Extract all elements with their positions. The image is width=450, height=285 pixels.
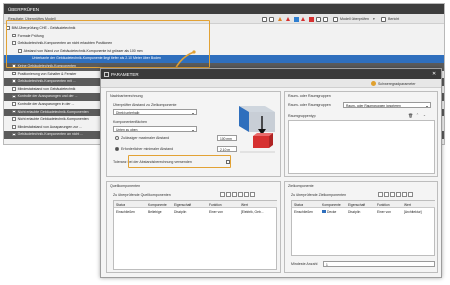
rooms-field-label: Raum- oder Raumgruppen [288, 103, 331, 107]
paste-icon[interactable] [390, 192, 395, 197]
target-sub-label: Zu überprüfende Zielkomponenten [291, 193, 347, 197]
target-toolbar [378, 192, 414, 198]
rooms-heading: Raum- oder Raumgruppen [288, 94, 331, 98]
distance-select[interactable]: Direkt unterhalb [113, 109, 197, 115]
report-button[interactable]: Bericht [388, 17, 399, 21]
model-check-button[interactable]: Modell überprüfen [340, 17, 369, 21]
surfaces-select[interactable]: Unten zu oben [113, 126, 197, 132]
target-table: Status Komponente Eigenschaft Funktion W… [291, 200, 435, 256]
target-components-panel: Zielkomponente Zu überprüfende Zielkompo… [284, 181, 438, 273]
severity-params-link[interactable]: Schweregradparameter [378, 82, 416, 86]
min-count-input[interactable]: 1 [323, 261, 435, 267]
model-check-icon [333, 16, 338, 22]
error-filter-icon[interactable] [301, 17, 305, 21]
info-icon[interactable] [294, 17, 299, 22]
move-down-icon[interactable]: ⌄ [423, 113, 426, 117]
component-surfaces-label: Komponentenflächen [113, 120, 147, 124]
error-icon[interactable] [286, 17, 290, 21]
warning-icon[interactable] [278, 17, 282, 21]
parameter-window: PARAMETER ✕ Schweregradparameter Nachbar… [100, 68, 442, 278]
close-icon[interactable]: ✕ [432, 71, 436, 77]
max-distance-radio[interactable] [115, 136, 119, 140]
stop-icon[interactable] [309, 17, 314, 22]
table-header: Status Komponente Eigenschaft Funktion W… [292, 201, 435, 208]
copy-icon[interactable] [220, 192, 225, 197]
min-distance-label: Erforderlicher minimaler Abstand [121, 147, 174, 151]
add-icon[interactable] [238, 192, 243, 197]
paste-icon[interactable] [232, 192, 237, 197]
delete-icon[interactable]: 🗑 [408, 113, 413, 118]
min-count-label: Mindeste Anzahl [291, 262, 318, 266]
rooms-select[interactable]: Raum- oder Raumgruppen ignorieren [343, 102, 431, 108]
source-toolbar [220, 192, 256, 198]
source-table: Status Komponente Eigenschaft Funktion W… [113, 200, 277, 270]
target-heading: Zielkomponente [288, 184, 314, 188]
settings-icon[interactable] [226, 192, 231, 197]
edit-icon[interactable] [244, 192, 249, 197]
delete-icon[interactable] [250, 192, 255, 197]
parameter-toolbar: Schweregradparameter [101, 79, 441, 88]
window-icon [104, 71, 109, 77]
room-group-list[interactable] [288, 120, 435, 174]
max-distance-input[interactable]: 100 mm [217, 135, 237, 141]
review-title: ÜBERPRÜFEN [4, 4, 444, 14]
filter-icon[interactable] [269, 16, 274, 22]
move-up-icon[interactable]: ⌃ [416, 113, 419, 117]
source-sub-label: Zu überprüfende Quellkomponenten [113, 193, 171, 197]
room-group-type-label: Raumgruppentyp [288, 114, 316, 118]
table-row[interactable]: Einschließen Beliebige Disziplin Einer v… [114, 208, 277, 215]
highlight-frame [128, 155, 231, 168]
checked-distance-label: Überprüfter Abstand zu Zielkomponente [113, 103, 177, 107]
copy-icon[interactable] [378, 192, 383, 197]
source-components-panel: Quellkomponenten Zu überprüfende Quellko… [106, 181, 281, 273]
dropdown-arrow-icon[interactable]: ▾ [373, 17, 375, 21]
component-icon [322, 209, 326, 213]
parameter-title: PARAMETER [101, 69, 441, 79]
table-header: Status Komponente Eigenschaft Funktion W… [114, 201, 277, 208]
wrench-icon[interactable] [262, 16, 267, 22]
delete-icon[interactable] [408, 192, 413, 197]
severity-icon [371, 81, 376, 86]
neighbor-heading: Nachbarberechnung [110, 94, 143, 98]
save-icon[interactable] [381, 16, 386, 22]
edit-icon[interactable] [402, 192, 407, 197]
min-distance-input[interactable]: 2,10 m [217, 146, 237, 152]
settings-icon[interactable] [384, 192, 389, 197]
source-heading: Quellkomponenten [110, 184, 141, 188]
max-distance-label: Zulässiger maximaler Abstand [121, 136, 170, 140]
distance-illustration [239, 106, 275, 153]
columns-icon[interactable] [323, 16, 328, 22]
add-icon[interactable] [396, 192, 401, 197]
list-icon[interactable] [316, 16, 321, 22]
table-row[interactable]: Einschließen Decke Disziplin Einer von [… [292, 208, 435, 215]
rooms-panel: Raum- oder Raumgruppen Raum- oder Raumgr… [284, 91, 438, 177]
min-distance-radio[interactable] [115, 147, 119, 151]
